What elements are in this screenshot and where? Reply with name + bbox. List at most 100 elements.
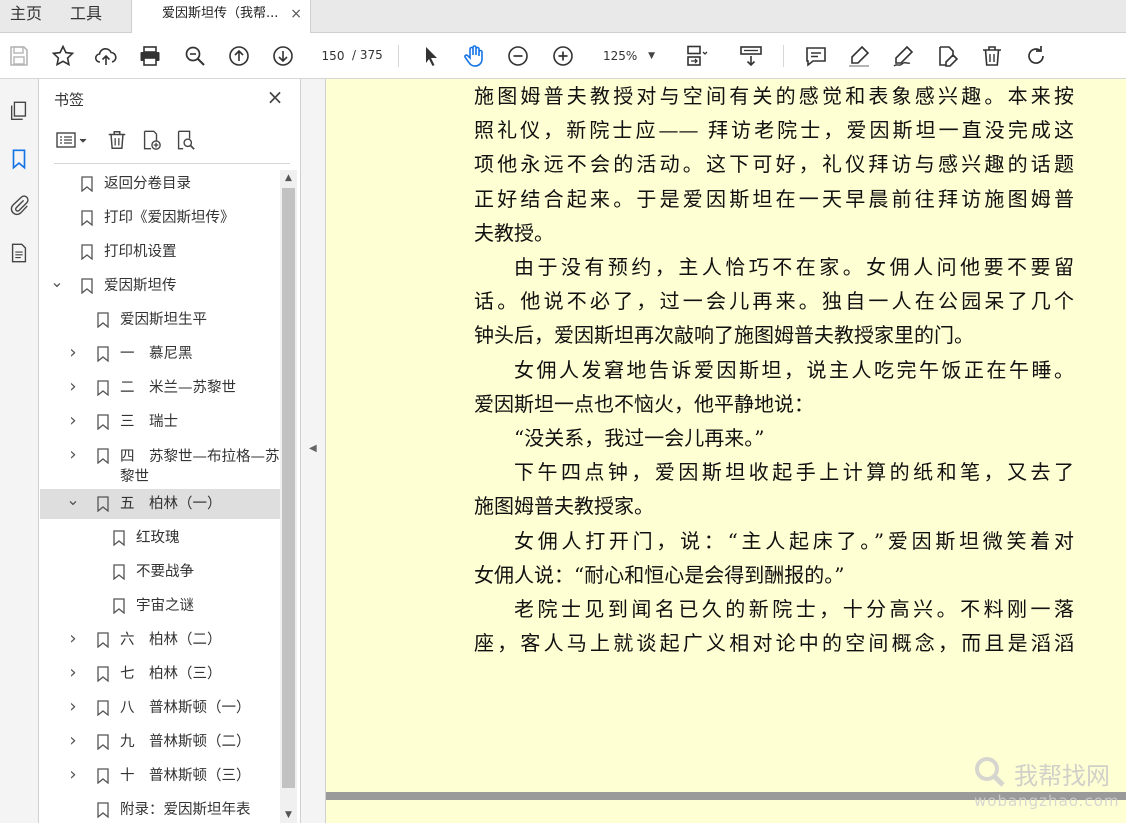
bookmark-item[interactable]: 不要战争: [40, 557, 280, 587]
zoom-minus-icon[interactable]: [505, 43, 531, 69]
bookmark-label: 爱因斯坦传: [104, 278, 177, 294]
bookmark-item[interactable]: ⌄ 爱因斯坦传: [40, 271, 280, 301]
page-up-icon[interactable]: [226, 43, 252, 69]
star-icon[interactable]: [50, 43, 76, 69]
page-thumbnails-icon[interactable]: [5, 97, 33, 125]
tab-bar: 主页 工具 爱因斯坦传（我帮... ×: [0, 0, 1126, 33]
chevron-down-icon[interactable]: ⌄: [50, 271, 64, 301]
chevron-right-icon[interactable]: ›: [66, 761, 80, 791]
bookmark-icon: [97, 380, 109, 396]
bookmark-item[interactable]: › 七 柏林（三）: [40, 659, 280, 689]
chevron-right-icon[interactable]: ›: [66, 339, 80, 369]
attachment-icon[interactable]: [5, 191, 33, 219]
tab-document[interactable]: 爱因斯坦传（我帮... ×: [131, 0, 311, 33]
tab-home[interactable]: 主页: [2, 0, 50, 32]
select-arrow-icon[interactable]: [418, 43, 444, 69]
delete-icon[interactable]: [979, 43, 1005, 69]
sign-icon[interactable]: [890, 43, 916, 69]
bookmark-item[interactable]: › 十 普林斯顿（三）: [40, 761, 280, 791]
chevron-right-icon[interactable]: ›: [66, 625, 80, 655]
scroll-up-arrow-icon[interactable]: ▲: [280, 170, 297, 186]
bookmark-item[interactable]: › 一 慕尼黑: [40, 339, 280, 369]
panel-title: 书签: [54, 91, 85, 109]
highlight-icon[interactable]: [846, 43, 872, 69]
bookmark-item[interactable]: › 三 瑞士: [40, 407, 280, 437]
bookmark-panel-icon[interactable]: [5, 145, 33, 173]
bookmark-label: 不要战争: [136, 564, 194, 580]
bookmark-label: 红玫瑰: [136, 530, 180, 546]
watermark-url: wobangzhao.com: [974, 792, 1120, 810]
text-line: 正好结合起来。于是爱因斯坦在一天早晨前往拜访施图姆普: [474, 186, 1074, 211]
watermark-text: 我帮找网: [1014, 762, 1110, 790]
chevron-right-icon[interactable]: ›: [66, 693, 80, 723]
new-bookmark-icon[interactable]: [138, 127, 164, 153]
tab-document-label: 爱因斯坦传（我帮...: [162, 6, 279, 21]
bookmark-item[interactable]: 返回分卷目录: [40, 169, 280, 199]
scroll-down-arrow-icon[interactable]: ▼: [280, 807, 297, 823]
zoom-plus-icon[interactable]: [550, 43, 576, 69]
bookmark-icon: [81, 278, 93, 294]
chevron-right-icon[interactable]: ›: [66, 659, 80, 689]
panel-close-button[interactable]: ×: [264, 87, 286, 109]
bookmark-icon: [97, 734, 109, 750]
chevron-right-icon[interactable]: ›: [66, 407, 80, 437]
bookmark-item[interactable]: ⌄ 五 柏林（一）: [40, 489, 280, 519]
text-line: 下午四点钟，爱因斯坦收起手上计算的纸和笔，又去了: [514, 460, 1074, 485]
bookmark-item[interactable]: 打印机设置: [40, 237, 280, 267]
hand-icon[interactable]: [461, 43, 487, 69]
collapse-panel-arrow-icon[interactable]: ◀: [309, 443, 317, 454]
bookmark-icon: [113, 598, 125, 614]
zoom-select[interactable]: 125% ▼: [595, 43, 661, 69]
bookmark-item[interactable]: › 九 普林斯顿（二）: [40, 727, 280, 757]
bookmark-item[interactable]: 爱因斯坦生平: [40, 305, 280, 335]
chevron-right-icon[interactable]: ›: [66, 373, 80, 403]
text-line: 话。他说不必了，过一会儿再来。独自一人在公园呆了几个: [474, 289, 1074, 314]
bookmark-item[interactable]: › 二 米兰—苏黎世: [40, 373, 280, 403]
rotate-icon[interactable]: [1023, 43, 1049, 69]
bookmark-item[interactable]: 红玫瑰: [40, 523, 280, 553]
bookmark-item[interactable]: › 八 普林斯顿（一）: [40, 693, 280, 723]
text-line: 女佣人说：“耐心和恒心是会得到酬报的。”: [474, 562, 845, 587]
bookmark-icon: [113, 564, 125, 580]
bookmark-icon: [97, 768, 109, 784]
chevron-right-icon[interactable]: ›: [66, 441, 80, 471]
bookmark-label: 爱因斯坦生平: [120, 312, 207, 328]
chevron-right-icon[interactable]: ›: [66, 727, 80, 757]
bookmark-icon: [81, 210, 93, 226]
bookmark-item[interactable]: 宇宙之谜: [40, 591, 280, 621]
save-icon[interactable]: [6, 43, 32, 69]
print-icon[interactable]: [137, 43, 163, 69]
bookmark-item[interactable]: › 六 柏林（二）: [40, 625, 280, 655]
text-line: 座，客人马上就谈起广义相对论中的空间概念，而且是滔滔: [474, 631, 1074, 656]
tab-close-button[interactable]: ×: [290, 0, 302, 28]
upload-icon[interactable]: [93, 43, 119, 69]
text-line: 夫教授。: [474, 220, 554, 245]
bookmark-scrollbar[interactable]: ▲ ▼: [280, 170, 297, 823]
bookmark-label: 打印机设置: [104, 244, 177, 260]
zoom-out-find-icon[interactable]: [182, 43, 208, 69]
page-down-icon[interactable]: [270, 43, 296, 69]
panel-splitter[interactable]: ◀: [300, 79, 326, 823]
toolbar-divider: [783, 45, 784, 67]
text-line: 由于没有预约，主人恰巧不在家。女佣人问他要不要留: [514, 255, 1074, 279]
tab-tools[interactable]: 工具: [62, 0, 110, 32]
chevron-down-icon[interactable]: ⌄: [66, 489, 80, 519]
comment-icon[interactable]: [803, 43, 829, 69]
bookmark-item[interactable]: 附录：爱因斯坦年表: [40, 795, 280, 823]
bookmark-item[interactable]: › 四 苏黎世—布拉格—苏黎世: [40, 441, 280, 485]
bookmark-item[interactable]: 打印《爱因斯坦传》: [40, 203, 280, 233]
text-line: 爱因斯坦一点也不恼火，他平静地说：: [474, 391, 814, 416]
page-number-input[interactable]: 150: [316, 44, 350, 68]
scrollbar-thumb[interactable]: [282, 188, 295, 788]
text-line: 女佣人打开门，说：“主人起床了。”爱因斯坦微笑着对: [514, 528, 1074, 553]
scroll-mode-icon[interactable]: [738, 43, 764, 69]
delete-bookmark-icon[interactable]: [104, 127, 130, 153]
document-properties-icon[interactable]: [5, 239, 33, 267]
document-view[interactable]: 施图姆普夫教授对与空间有关的感觉和表象感兴趣。本来按 照礼仪，新院士应—— 拜访老…: [326, 79, 1126, 823]
bookmark-icon: [97, 802, 109, 818]
fill-sign-icon[interactable]: [934, 43, 960, 69]
bookmark-options-icon[interactable]: [54, 127, 90, 153]
find-bookmark-icon[interactable]: [172, 127, 198, 153]
fit-page-icon[interactable]: [683, 43, 709, 69]
text-line: 施图姆普夫教授家。: [474, 494, 654, 519]
